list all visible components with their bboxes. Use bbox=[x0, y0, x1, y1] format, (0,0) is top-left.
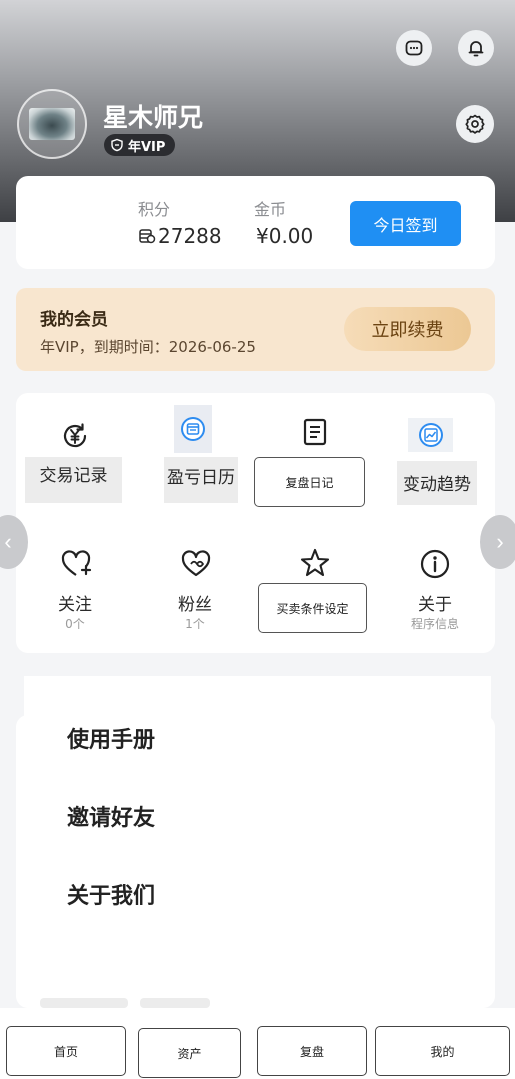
avatar[interactable] bbox=[17, 89, 87, 159]
about-label[interactable]: 关于 bbox=[395, 590, 475, 615]
trend-item-icon[interactable] bbox=[408, 418, 453, 452]
review-diary-button[interactable]: 复盘日记 bbox=[254, 457, 365, 507]
menu-card bbox=[16, 715, 495, 1008]
review-diary-item-icon[interactable] bbox=[298, 415, 332, 449]
document-icon bbox=[303, 418, 327, 446]
trade-condition-button[interactable]: 买卖条件设定 bbox=[258, 583, 367, 633]
username: 星木师兄 bbox=[103, 103, 204, 132]
chevron-right-icon: › bbox=[496, 529, 504, 554]
bottom-tab-bar: 首页 资产 复盘 我的 bbox=[0, 1008, 515, 1079]
carousel-next-button[interactable]: › bbox=[480, 515, 515, 569]
avatar-image bbox=[29, 108, 75, 140]
yuan-refresh-icon bbox=[63, 423, 87, 448]
fans-item-icon[interactable] bbox=[177, 546, 215, 582]
about-item-icon[interactable] bbox=[417, 546, 453, 582]
follow-label[interactable]: 关注 bbox=[40, 590, 110, 615]
coins-value: ¥0.00 bbox=[256, 224, 314, 248]
settings-icon bbox=[465, 114, 485, 134]
trade-record-label[interactable]: 交易记录 bbox=[25, 457, 122, 503]
points-value: 27288 bbox=[158, 224, 222, 248]
pnl-calendar-item-icon[interactable] bbox=[174, 405, 212, 453]
follow-item-icon[interactable] bbox=[58, 546, 94, 582]
trend-label[interactable]: 变动趋势 bbox=[397, 461, 477, 505]
heart-plus-icon bbox=[61, 550, 92, 576]
menu-item-invite[interactable]: 邀请好友 bbox=[67, 800, 155, 832]
settings-button[interactable] bbox=[456, 105, 494, 143]
about-sub: 程序信息 bbox=[410, 617, 459, 631]
star-icon bbox=[300, 548, 330, 577]
points-label: 积分 bbox=[138, 200, 171, 219]
renew-button[interactable]: 立即续费 bbox=[344, 307, 471, 351]
shield-icon bbox=[111, 138, 123, 152]
tab-mine[interactable]: 我的 bbox=[375, 1026, 510, 1076]
trend-chart-icon bbox=[418, 423, 443, 447]
menu-item-manual[interactable]: 使用手册 bbox=[67, 722, 155, 754]
membership-expiry: 年VIP，到期时间：2026-06-25 bbox=[40, 338, 256, 356]
pnl-calendar-label[interactable]: 盈亏日历 bbox=[164, 457, 238, 503]
heart-icon bbox=[181, 550, 211, 577]
vip-badge-label: 年VIP bbox=[128, 139, 166, 155]
membership-title: 我的会员 bbox=[40, 310, 108, 330]
calendar-icon bbox=[181, 417, 205, 441]
trade-record-item-icon[interactable] bbox=[55, 416, 95, 456]
placeholder-bar bbox=[140, 998, 210, 1008]
menu-item-about-us[interactable]: 关于我们 bbox=[67, 878, 155, 910]
follow-count: 0个 bbox=[65, 617, 85, 631]
vip-badge: 年VIP bbox=[104, 134, 176, 156]
tab-home[interactable]: 首页 bbox=[6, 1026, 126, 1076]
placeholder-bar bbox=[40, 998, 128, 1008]
trade-condition-item-icon[interactable] bbox=[297, 545, 333, 581]
info-icon bbox=[420, 549, 450, 579]
coin-stack-icon bbox=[139, 229, 156, 244]
notification-button[interactable] bbox=[458, 30, 494, 66]
fans-count: 1个 bbox=[185, 617, 205, 631]
chevron-left-icon: ‹ bbox=[4, 529, 12, 554]
points-value-row: 27288 bbox=[138, 224, 222, 248]
message-button[interactable] bbox=[396, 30, 432, 66]
tab-review[interactable]: 复盘 bbox=[257, 1026, 367, 1076]
message-icon bbox=[405, 40, 423, 56]
membership-card[interactable]: 我的会员 年VIP，到期时间：2026-06-25 立即续费 bbox=[16, 288, 495, 371]
fans-label[interactable]: 粉丝 bbox=[160, 590, 230, 615]
coins-label: 金币 bbox=[254, 200, 287, 219]
checkin-button[interactable]: 今日签到 bbox=[350, 201, 461, 246]
tab-assets[interactable]: 资产 bbox=[138, 1028, 241, 1078]
bell-icon bbox=[468, 41, 484, 57]
